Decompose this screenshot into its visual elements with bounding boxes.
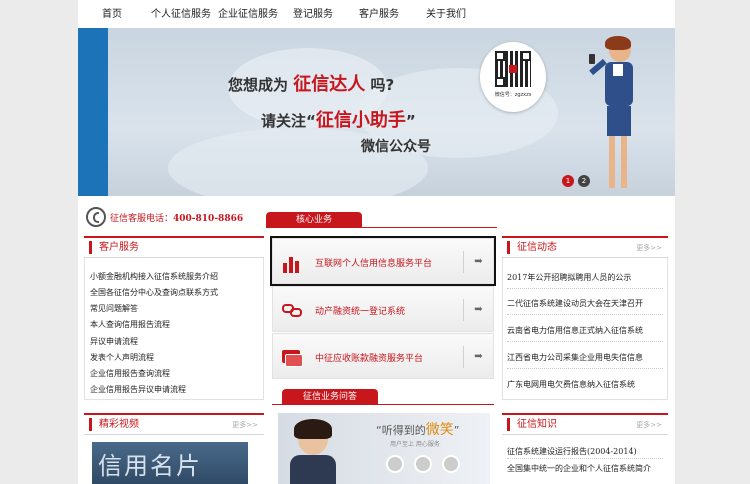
tab-core-business[interactable]: 核心业务 (266, 212, 362, 228)
news-header: 征信动态 更多>> (502, 236, 668, 258)
hotline: 征信客服电话：400-810-8866 (110, 214, 244, 224)
list-item[interactable]: 云南省电力信用信息正式纳入征信系统 (507, 325, 643, 336)
list-item[interactable]: 2017年公开招聘拟聘用人员的公示 (507, 272, 631, 283)
divider (266, 227, 497, 228)
banner-line-2: 请关注“征信小助手” (261, 110, 416, 131)
list-item[interactable]: 常见问题解答 (90, 303, 138, 314)
list-item[interactable]: 本人查询信用报告流程 (90, 319, 170, 330)
arrow-right-icon: ➡ (463, 346, 493, 368)
selection-highlight (270, 236, 496, 286)
business-item-movable-financing[interactable]: 动产融资统一登记系统 ➡ (272, 286, 494, 332)
list-item[interactable]: 全国各征信分中心及查询点联系方式 (90, 287, 218, 298)
video-thumbnail[interactable]: 信用名片 (92, 442, 248, 484)
woman-figure-illustration (583, 36, 653, 196)
divider (507, 314, 663, 315)
right-gutter (675, 0, 750, 484)
list-item[interactable]: 全国集中统一的企业和个人征信系统简介 (507, 463, 651, 474)
arrow-right-icon: ➡ (463, 299, 493, 321)
list-item[interactable]: 企业信用报告异议申请流程 (90, 384, 186, 395)
list-item[interactable]: 征信系统建设运行报告(2004-2014) (507, 446, 637, 457)
divider (507, 458, 663, 459)
hero-banner[interactable]: 您想成为 征信达人 吗? 请关注“征信小助手” 微信公众号 微信号：zgzxzs (78, 28, 675, 196)
video-more-link[interactable]: 更多>> (232, 420, 258, 430)
list-item[interactable]: 二代征信系统建设动员大会在天津召开 (507, 298, 643, 309)
qa-slogan: “听得到的微笑” (376, 422, 460, 438)
banner-blue-edge (78, 28, 108, 196)
qa-banner[interactable]: “听得到的微笑” 用户至上 用心服务 (278, 413, 490, 484)
list-item[interactable]: 小额金融机构接入征信系统服务介绍 (90, 271, 218, 282)
banner-line-3: 微信公众号 (361, 139, 431, 155)
nav-registration[interactable]: 登记服务 (293, 0, 333, 28)
divider (507, 288, 663, 289)
list-item[interactable]: 发表个人声明流程 (90, 352, 154, 363)
banner-line-1: 您想成为 征信达人 吗? (228, 74, 395, 95)
slide-dot-1[interactable]: 1 (562, 175, 574, 187)
divider (507, 341, 663, 342)
nav-home[interactable]: 首页 (102, 0, 122, 28)
avatar (442, 455, 460, 473)
video-header: 精彩视频 更多>> (84, 413, 264, 435)
card-icon (281, 346, 303, 368)
chain-icon (281, 299, 303, 321)
business-item-receivables[interactable]: 中征应收账款融资服务平台 ➡ (272, 333, 494, 379)
knowledge-header: 征信知识 更多>> (502, 413, 668, 435)
qr-bubble: 微信号：zgzxzs (480, 42, 546, 112)
qr-code-icon (495, 51, 531, 87)
nav-enterprise[interactable]: 企业征信服务 (218, 0, 278, 28)
left-gutter (0, 0, 78, 484)
divider (272, 404, 494, 405)
knowledge-more-link[interactable]: 更多>> (636, 420, 662, 430)
top-nav: 首页 个人征信服务 企业征信服务 登记服务 客户服务 关于我们 (78, 0, 675, 30)
page: 首页 个人征信服务 企业征信服务 登记服务 客户服务 关于我们 您想成为 征信达… (0, 0, 750, 484)
tab-qa[interactable]: 征信业务问答 (282, 389, 378, 405)
wechat-id: 微信号：zgzxzs (494, 92, 532, 98)
list-item[interactable]: 广东电网用电欠费信息纳入征信系统 (507, 379, 635, 390)
qa-subtitle: 用户至上 用心服务 (390, 441, 440, 448)
avatar (386, 455, 404, 473)
nav-about[interactable]: 关于我们 (426, 0, 466, 28)
customer-service-header: 客户服务 (84, 236, 264, 258)
news-more-link[interactable]: 更多>> (636, 243, 662, 253)
agent-headset-illustration (288, 419, 338, 484)
list-item[interactable]: 企业信用报告查询流程 (90, 368, 170, 379)
nav-personal[interactable]: 个人征信服务 (151, 0, 211, 28)
list-item[interactable]: 异议申请流程 (90, 336, 138, 347)
nav-customer[interactable]: 客户服务 (359, 0, 399, 28)
slide-dot-2[interactable]: 2 (578, 175, 590, 187)
list-item[interactable]: 江西省电力公司采集企业用电失信信息 (507, 352, 643, 363)
avatar (414, 455, 432, 473)
divider (507, 368, 663, 369)
phone-icon (86, 207, 106, 227)
